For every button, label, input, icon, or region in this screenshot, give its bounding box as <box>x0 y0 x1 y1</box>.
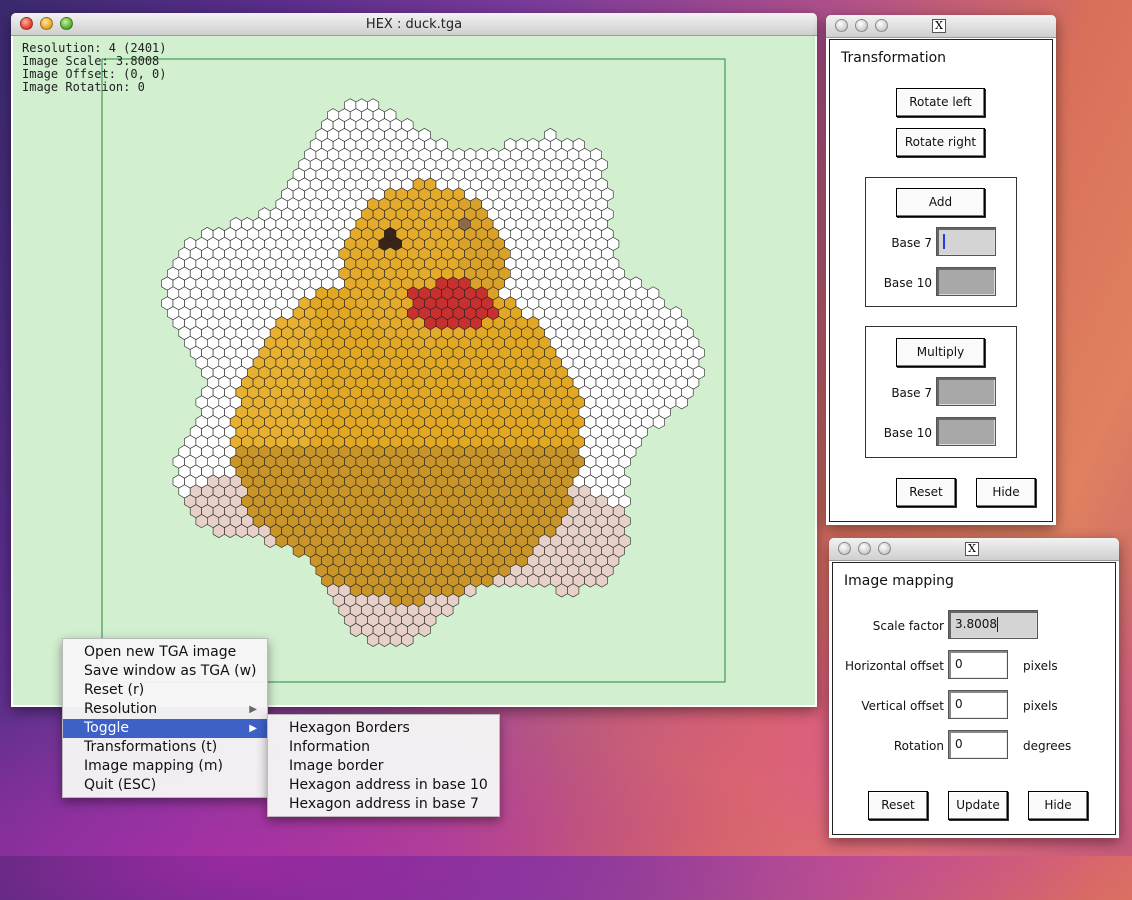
text-caret <box>943 234 945 249</box>
add-base7-label: Base 7 <box>891 236 932 250</box>
image-mapping-window: X Image mapping Scale factor 3.8008 Hori… <box>829 538 1119 838</box>
close-icon[interactable] <box>835 19 848 32</box>
rotation-label: Rotation <box>893 739 944 753</box>
menu-item-quit[interactable]: Quit (ESC) <box>63 776 267 795</box>
menu-item-label: Toggle <box>84 720 130 736</box>
menu-item-transformations[interactable]: Transformations (t) <box>63 738 267 757</box>
add-button[interactable]: Add <box>896 188 985 217</box>
hexagon-canvas[interactable]: Resolution: 4 (2401) Image Scale: 3.8008 I… <box>13 36 815 705</box>
toggle-submenu: Hexagon Borders Information Image border… <box>267 714 500 817</box>
submenu-item-label: Hexagon address in base 10 <box>289 777 488 793</box>
horizontal-offset-unit: pixels <box>1023 659 1058 673</box>
submenu-item-label: Hexagon Borders <box>289 720 410 736</box>
update-button[interactable]: Update <box>948 791 1008 820</box>
submenu-item-label: Information <box>289 739 371 755</box>
scale-factor-field[interactable]: 3.8008 <box>948 610 1038 639</box>
multiply-base10-label: Base 10 <box>883 426 932 440</box>
transformation-titlebar[interactable]: X <box>826 15 1056 38</box>
submenu-item-label: Image border <box>289 758 384 774</box>
menu-item-reset[interactable]: Reset (r) <box>63 681 267 700</box>
multiply-base10-field[interactable] <box>936 417 996 446</box>
rotation-unit: degrees <box>1023 739 1072 753</box>
x11-icon: X <box>965 542 979 556</box>
menu-item-label: Transformations (t) <box>84 739 218 755</box>
submenu-item-information[interactable]: Information <box>268 738 499 757</box>
menu-item-image-mapping[interactable]: Image mapping (m) <box>63 757 267 776</box>
horizontal-offset-label: Horizontal offset <box>844 659 944 673</box>
menu-item-resolution[interactable]: Resolution ▶ <box>63 700 267 719</box>
x11-icon: X <box>932 19 946 33</box>
submenu-item-address-base7[interactable]: Hexagon address in base 7 <box>268 795 499 814</box>
image-mapping-titlebar[interactable]: X <box>829 538 1119 561</box>
vertical-offset-unit: pixels <box>1023 699 1058 713</box>
hide-button[interactable]: Hide <box>976 478 1036 507</box>
menu-item-label: Reset (r) <box>84 682 145 698</box>
menu-item-label: Resolution <box>84 701 158 717</box>
info-overlay: Resolution: 4 (2401) Image Scale: 3.8008 I… <box>22 42 167 94</box>
hexagon-grid <box>161 98 705 647</box>
add-base10-label: Base 10 <box>883 276 932 290</box>
context-menu: Open new TGA image Save window as TGA (w… <box>62 638 268 798</box>
reset-button[interactable]: Reset <box>868 791 928 820</box>
transformation-heading: Transformation <box>841 50 947 66</box>
submenu-arrow-icon: ▶ <box>249 704 257 715</box>
add-base10-field[interactable] <box>936 267 996 296</box>
minimize-icon[interactable] <box>858 542 871 555</box>
hex-window-titlebar[interactable]: HEX : duck.tga <box>11 13 817 36</box>
rotate-left-button[interactable]: Rotate left <box>896 88 985 117</box>
vertical-offset-label: Vertical offset <box>861 699 944 713</box>
vertical-offset-field[interactable]: 0 <box>948 690 1008 719</box>
rotation-field[interactable]: 0 <box>948 730 1008 759</box>
submenu-item-label: Hexagon address in base 7 <box>289 796 479 812</box>
multiply-base7-field[interactable] <box>936 377 996 406</box>
menu-item-label: Quit (ESC) <box>84 777 157 793</box>
zoom-icon[interactable] <box>878 542 891 555</box>
submenu-arrow-icon: ▶ <box>249 723 257 734</box>
menu-item-save-window[interactable]: Save window as TGA (w) <box>63 662 267 681</box>
menu-item-label: Open new TGA image <box>84 644 237 660</box>
scale-factor-label: Scale factor <box>872 619 944 633</box>
reset-button[interactable]: Reset <box>896 478 956 507</box>
hexagon-image <box>101 58 726 683</box>
zoom-icon[interactable] <box>875 19 888 32</box>
scale-factor-value: 3.8008 <box>955 617 997 631</box>
submenu-item-address-base10[interactable]: Hexagon address in base 10 <box>268 776 499 795</box>
hide-button[interactable]: Hide <box>1028 791 1088 820</box>
menu-item-label: Image mapping (m) <box>84 758 223 774</box>
close-icon[interactable] <box>838 542 851 555</box>
submenu-item-image-border[interactable]: Image border <box>268 757 499 776</box>
menu-item-toggle[interactable]: Toggle ▶ <box>63 719 267 738</box>
minimize-icon[interactable] <box>855 19 868 32</box>
window-title: HEX : duck.tga <box>365 17 463 32</box>
image-mapping-heading: Image mapping <box>844 573 954 589</box>
text-caret <box>997 617 998 632</box>
menu-item-open-tga[interactable]: Open new TGA image <box>63 643 267 662</box>
rotate-right-button[interactable]: Rotate right <box>896 128 985 157</box>
hex-window: HEX : duck.tga Resolution: 4 (2401) Image… <box>11 13 817 707</box>
multiply-button[interactable]: Multiply <box>896 338 985 367</box>
horizontal-offset-field[interactable]: 0 <box>948 650 1008 679</box>
submenu-item-hexagon-borders[interactable]: Hexagon Borders <box>268 719 499 738</box>
menu-item-label: Save window as TGA (w) <box>84 663 257 679</box>
transformation-window: X Transformation Rotate left Rotate righ… <box>826 15 1056 525</box>
add-base7-field[interactable] <box>936 227 996 256</box>
info-rotation: Image Rotation: 0 <box>22 80 145 94</box>
multiply-base7-label: Base 7 <box>891 386 932 400</box>
